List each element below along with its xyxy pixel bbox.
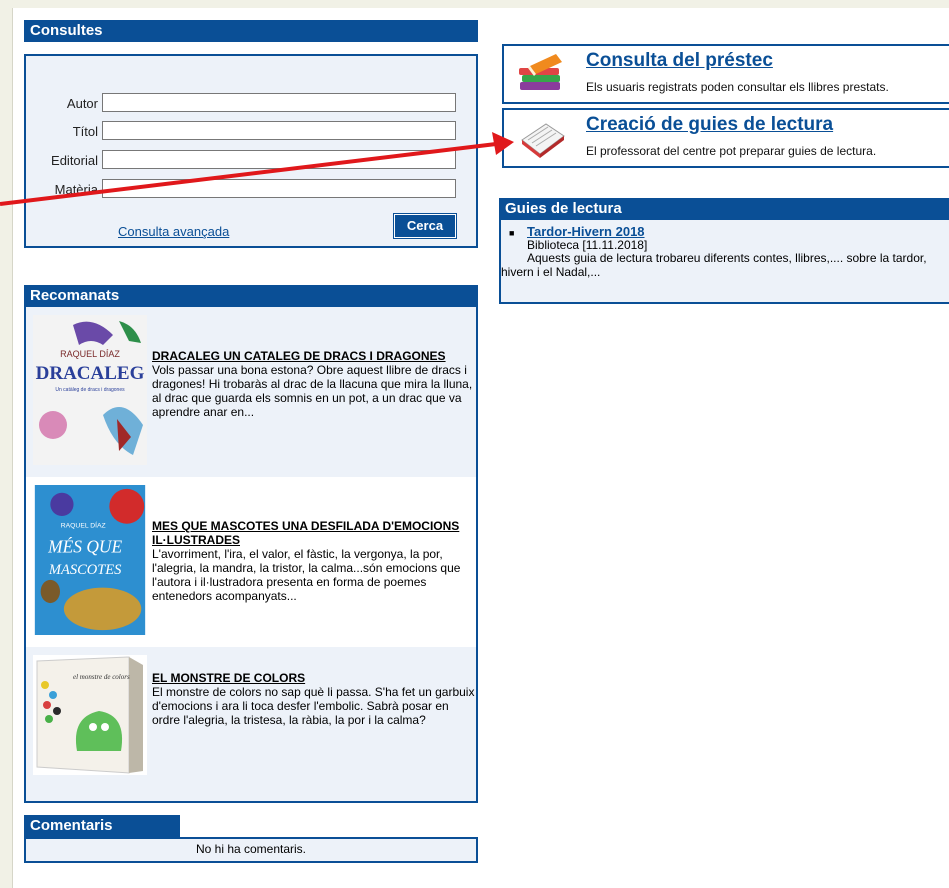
- annotation-arrow-icon: [0, 132, 514, 206]
